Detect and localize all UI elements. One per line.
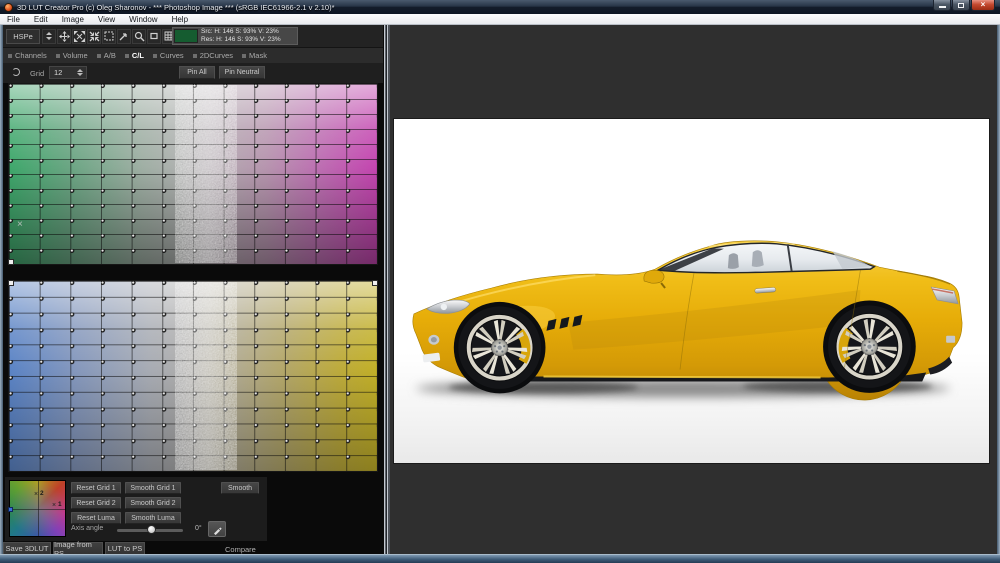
color-info-box: Src: H: 146 S: 93% V: 23% Res: H: 146 S:… bbox=[172, 27, 298, 45]
smooth-button[interactable]: Smooth bbox=[221, 482, 259, 494]
color-mode-select[interactable]: HSPe bbox=[6, 29, 40, 44]
preview-image[interactable] bbox=[393, 118, 990, 464]
window-title: 3D LUT Creator Pro (c) Oleg Sharonov - *… bbox=[17, 3, 335, 12]
tab-volume[interactable]: Volume bbox=[56, 51, 88, 60]
reset-grid-1-button[interactable]: Reset Grid 1 bbox=[71, 482, 121, 494]
grid2-corner-node[interactable] bbox=[372, 280, 378, 286]
lut-grid-1[interactable]: × bbox=[8, 83, 378, 265]
expand-icon[interactable] bbox=[72, 29, 86, 44]
menu-view[interactable]: View bbox=[91, 15, 122, 24]
stepper-up-icon bbox=[77, 69, 83, 72]
grid1-corner-node[interactable] bbox=[8, 259, 14, 265]
left-panel: HSPe bbox=[3, 25, 383, 554]
title-bar[interactable]: 3D LUT Creator Pro (c) Oleg Sharonov - *… bbox=[0, 0, 1000, 14]
maximize-icon bbox=[958, 3, 964, 8]
tab-mask[interactable]: Mask bbox=[242, 51, 267, 60]
menu-file[interactable]: File bbox=[0, 15, 27, 24]
close-icon: × bbox=[981, 1, 986, 9]
window-border-left bbox=[0, 25, 3, 554]
compare-label[interactable]: Compare bbox=[225, 545, 256, 554]
res-info: Res: H: 146 S: 93% V: 23% bbox=[201, 36, 281, 44]
contract-icon[interactable] bbox=[87, 29, 101, 44]
tab-bullet-icon bbox=[8, 54, 12, 58]
minimize-icon bbox=[939, 6, 946, 8]
close-button[interactable]: × bbox=[971, 0, 995, 11]
window-border-bottom bbox=[0, 554, 1000, 563]
tab-bullet-icon bbox=[56, 54, 60, 58]
tab-bullet-icon bbox=[193, 54, 197, 58]
axis-blue-node[interactable] bbox=[8, 507, 13, 512]
menu-image[interactable]: Image bbox=[55, 15, 91, 24]
src-info: Src: H: 146 S: 93% V: 23% bbox=[201, 28, 281, 36]
grid1-node-marker: × bbox=[17, 219, 23, 230]
tab-curves[interactable]: Curves bbox=[153, 51, 184, 60]
menu-bar: File Edit Image View Window Help bbox=[0, 14, 1000, 25]
eyedropper-button[interactable] bbox=[208, 521, 226, 537]
toolbar: HSPe bbox=[3, 25, 383, 47]
panel-splitter[interactable] bbox=[383, 25, 390, 554]
move-icon[interactable] bbox=[57, 29, 71, 44]
marquee-icon[interactable] bbox=[102, 29, 116, 44]
minimize-button[interactable] bbox=[933, 0, 951, 11]
app-icon bbox=[4, 3, 13, 12]
tab-bullet-icon bbox=[97, 54, 101, 58]
tab-channels[interactable]: Channels bbox=[8, 51, 47, 60]
axis-marker-1: 1 bbox=[58, 501, 62, 508]
tab-bullet-icon bbox=[125, 54, 129, 58]
preview-panel bbox=[390, 25, 997, 554]
axis-marker-1-icon: × bbox=[52, 502, 56, 509]
axis-marker-2-icon: × bbox=[34, 491, 38, 498]
picker-icon[interactable] bbox=[117, 29, 131, 44]
controls-panel: × 2 × 1 Reset Grid 1 Smooth Grid 1 Smoot… bbox=[5, 477, 267, 541]
smooth-luma-button[interactable]: Smooth Luma bbox=[125, 512, 181, 524]
eyedropper-icon bbox=[212, 524, 223, 535]
crop-icon[interactable] bbox=[147, 29, 161, 44]
axis-angle-slider-thumb[interactable] bbox=[147, 525, 156, 534]
pin-all-button[interactable]: Pin All bbox=[179, 66, 215, 79]
zoom-icon[interactable] bbox=[132, 29, 146, 44]
grid-options-bar: Grid 12 Pin All Pin Neutral bbox=[3, 63, 383, 83]
tab-bullet-icon bbox=[242, 54, 246, 58]
color-swatch bbox=[174, 29, 198, 43]
lut-grid-2[interactable] bbox=[8, 280, 378, 472]
grid-size-label: Grid bbox=[30, 69, 44, 78]
axis-angle-value: 0° bbox=[195, 525, 202, 532]
reset-grid-2-button[interactable]: Reset Grid 2 bbox=[71, 497, 121, 509]
grid1-neutral-noise-band bbox=[175, 85, 238, 263]
menu-help[interactable]: Help bbox=[165, 15, 195, 24]
tab-bar: Channels Volume A/B C/L Curves 2DCurves … bbox=[3, 47, 383, 63]
car-illustration bbox=[394, 119, 989, 463]
smooth-grid-1-button[interactable]: Smooth Grid 1 bbox=[125, 482, 181, 494]
hue-axis-square[interactable]: × 2 × 1 bbox=[9, 480, 66, 537]
color-info-text: Src: H: 146 S: 93% V: 23% Res: H: 146 S:… bbox=[201, 28, 281, 44]
menu-edit[interactable]: Edit bbox=[27, 15, 55, 24]
maximize-button[interactable] bbox=[952, 0, 970, 11]
tab-cl[interactable]: C/L bbox=[125, 51, 144, 60]
reset-luma-button[interactable]: Reset Luma bbox=[71, 512, 121, 524]
grid-size-stepper[interactable] bbox=[77, 69, 83, 76]
tab-ab[interactable]: A/B bbox=[97, 51, 116, 60]
smooth-grid-2-button[interactable]: Smooth Grid 2 bbox=[125, 497, 181, 509]
axis-marker-2: 2 bbox=[40, 490, 44, 497]
menu-window[interactable]: Window bbox=[122, 15, 164, 24]
grid2-neutral-noise-band bbox=[175, 282, 238, 470]
grid2-corner-node[interactable] bbox=[8, 280, 14, 286]
pin-neutral-button[interactable]: Pin Neutral bbox=[219, 66, 265, 79]
axis-angle-label: Axis angle bbox=[71, 525, 103, 532]
stepper-icon[interactable] bbox=[42, 29, 56, 44]
tab-2dcurves[interactable]: 2DCurves bbox=[193, 51, 233, 60]
tab-bullet-icon bbox=[153, 54, 157, 58]
stepper-down-icon bbox=[77, 73, 83, 76]
app-window: 3D LUT Creator Pro (c) Oleg Sharonov - *… bbox=[0, 0, 1000, 563]
refresh-icon[interactable] bbox=[12, 68, 20, 76]
grid-size-input[interactable]: 12 bbox=[49, 66, 87, 79]
